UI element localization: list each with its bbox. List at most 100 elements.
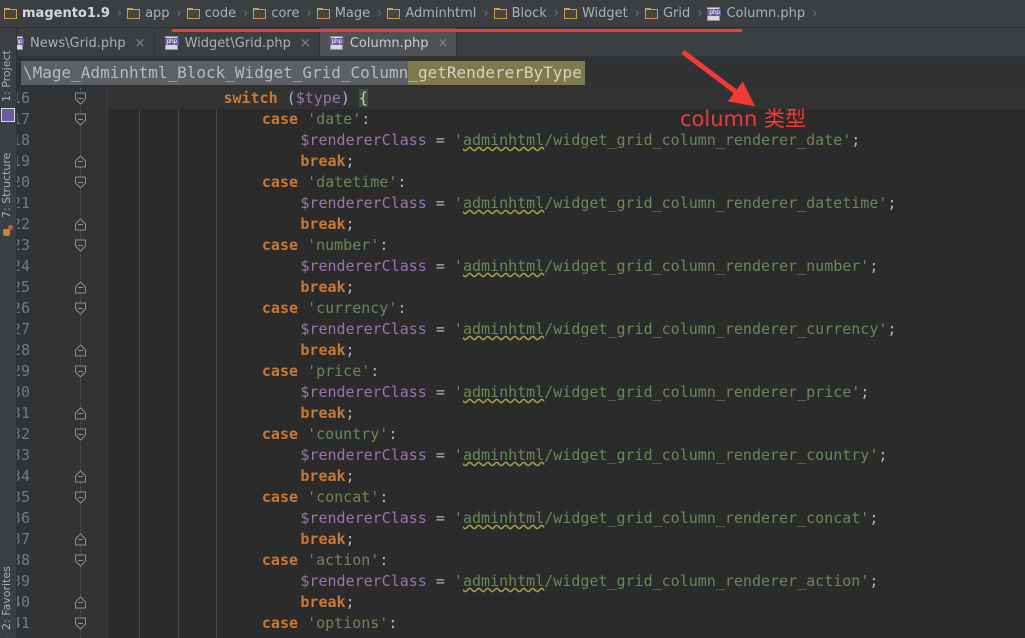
fold-expand-icon[interactable]	[74, 344, 87, 357]
line-number: 227	[16, 320, 30, 338]
code-token: adminhtml	[462, 194, 545, 212]
breadcrumb-item[interactable]: core	[253, 0, 300, 28]
editor-tab[interactable]: News\Grid.php ×	[0, 28, 155, 58]
breadcrumb-item[interactable]: Widget	[563, 0, 628, 28]
code-folding-column[interactable]	[74, 88, 88, 638]
tool-window-tab-project[interactable]: 1: Project	[0, 30, 16, 102]
php-icon	[707, 6, 722, 21]
code-token: /widget_grid_column_renderer_date'	[544, 131, 852, 149]
line-number: 223	[16, 236, 30, 254]
code-line: $rendererClass = 'adminhtml/widget_grid_…	[300, 319, 896, 340]
line-number: 238	[16, 551, 30, 569]
code-token: case	[261, 551, 299, 569]
code-token: break	[300, 467, 346, 485]
line-number: 216	[16, 89, 30, 107]
code-token: 'options'	[307, 614, 389, 632]
breadcrumb-item[interactable]: Block	[493, 0, 547, 28]
code-token: adminhtml	[462, 131, 545, 149]
fold-collapse-icon[interactable]	[74, 302, 87, 315]
editor-tab[interactable]: Widget\Grid.php ×	[154, 28, 320, 58]
code-line: switch ($type) {	[223, 88, 368, 109]
code-token: /widget_grid_column_renderer_currency'	[544, 320, 888, 338]
fold-expand-icon[interactable]	[74, 533, 87, 546]
fold-collapse-icon[interactable]	[74, 554, 87, 567]
fold-collapse-icon[interactable]	[74, 92, 87, 105]
find-bar-path: \Mage_Adminhtml_Block_Widget_Grid_Column	[21, 61, 409, 85]
code-token: ;	[345, 215, 355, 233]
fold-collapse-icon[interactable]	[74, 365, 87, 378]
line-number: 225	[16, 278, 30, 296]
code-token: 'concat'	[307, 488, 380, 506]
code-token: :	[388, 614, 398, 632]
folder-icon	[4, 8, 18, 19]
code-text-area[interactable]: switch ($type) {case 'date': $rendererCla…	[108, 88, 1025, 638]
code-token: $rendererClass	[300, 572, 427, 590]
editor-tab-label: Column.php	[349, 35, 429, 51]
code-token: $rendererClass	[300, 320, 427, 338]
code-line: $rendererClass = 'adminhtml/widget_grid_…	[300, 256, 878, 277]
breadcrumb-item[interactable]: Column.php	[707, 0, 805, 28]
navigation-find-bar[interactable]: \Mage_Adminhtml_Block_Widget_Grid_Column…	[16, 58, 1025, 88]
code-token: ;	[345, 341, 355, 359]
breadcrumb-separator-icon: ›	[306, 6, 312, 21]
code-token: break	[300, 341, 346, 359]
breadcrumb-item-label: app	[145, 6, 170, 21]
code-line: break;	[300, 529, 354, 550]
code-token: =	[426, 257, 454, 275]
fold-collapse-icon[interactable]	[74, 491, 87, 504]
fold-collapse-icon[interactable]	[74, 113, 87, 126]
code-token: {	[358, 89, 368, 107]
breadcrumb-item[interactable]: Mage	[316, 0, 370, 28]
code-token: 'price'	[307, 362, 371, 380]
breadcrumb-item[interactable]: magento1.9	[4, 0, 110, 28]
code-editor[interactable]: 216 217 218 219 220 221 222 223 224 225 226 227 228 2…	[16, 88, 1025, 638]
breadcrumb-item[interactable]: Grid	[644, 0, 691, 28]
code-token: break	[300, 278, 346, 296]
editor-tab[interactable]: Column.php ×	[319, 28, 458, 58]
line-number: 217	[16, 110, 30, 128]
fold-expand-icon[interactable]	[74, 281, 87, 294]
tab-bar-filler	[457, 28, 1025, 58]
fold-collapse-icon[interactable]	[74, 617, 87, 630]
close-icon[interactable]: ×	[296, 36, 311, 51]
indent-guide	[139, 109, 140, 638]
tool-window-tab-structure[interactable]: 7: Structure	[0, 132, 16, 218]
code-token: /widget_grid_column_renderer_concat'	[544, 509, 870, 527]
close-icon[interactable]: ×	[433, 36, 448, 51]
code-token: 'number'	[307, 236, 380, 254]
code-line: case 'currency':	[262, 298, 407, 319]
breadcrumb-item[interactable]: code	[186, 0, 236, 28]
code-line: case 'number':	[262, 235, 388, 256]
php-icon	[329, 36, 345, 50]
close-icon[interactable]: ×	[131, 36, 146, 51]
code-line: case 'country':	[262, 424, 397, 445]
fold-collapse-icon[interactable]	[74, 176, 87, 189]
fold-expand-icon[interactable]	[74, 470, 87, 483]
code-token: ;	[878, 446, 888, 464]
fold-expand-icon[interactable]	[74, 407, 87, 420]
code-token: 'currency'	[307, 299, 398, 317]
indent-guide	[178, 109, 179, 638]
code-token: '	[453, 446, 463, 464]
breadcrumb-item[interactable]: Adminhtml	[387, 0, 476, 28]
fold-expand-icon[interactable]	[74, 218, 87, 231]
editor-gutter[interactable]: 216 217 218 219 220 221 222 223 224 225 226 227 228 2…	[16, 88, 108, 638]
code-token: adminhtml	[462, 446, 545, 464]
fold-expand-icon[interactable]	[74, 596, 87, 609]
code-token: ;	[345, 278, 355, 296]
code-token: case	[261, 110, 299, 128]
fold-collapse-icon[interactable]	[74, 239, 87, 252]
line-number: 224	[16, 257, 30, 275]
breadcrumb-item[interactable]: app	[127, 0, 170, 28]
breadcrumb-item-label: Grid	[662, 6, 691, 21]
fold-expand-icon[interactable]	[74, 155, 87, 168]
code-line: break;	[300, 592, 354, 613]
tool-window-tab-favorites[interactable]: 2: Favorites	[0, 546, 16, 630]
fold-collapse-icon[interactable]	[74, 428, 87, 441]
folder-icon	[253, 8, 267, 19]
code-token: =	[426, 383, 454, 401]
breadcrumb: magento1.9 › app › code › core › Mage › Adminhtml ›…	[0, 0, 1025, 28]
